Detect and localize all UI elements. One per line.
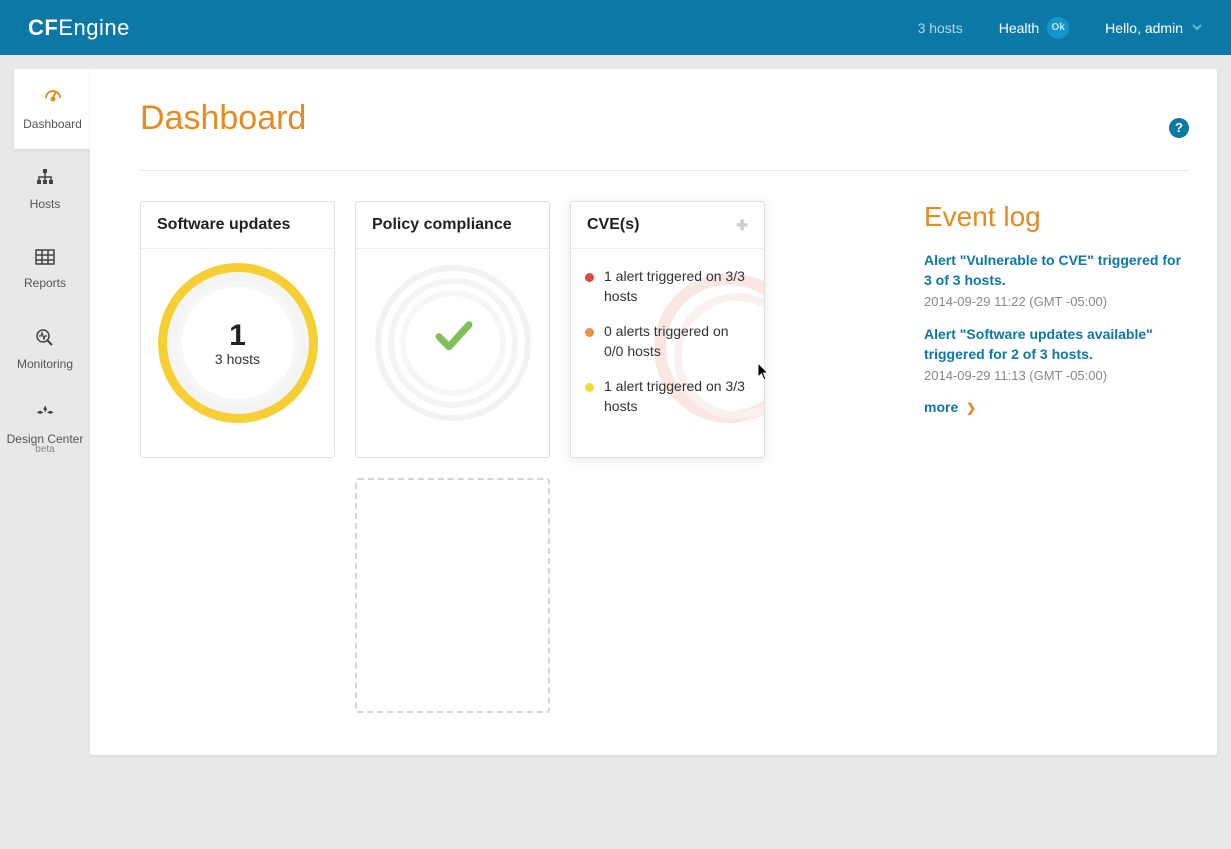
help-icon[interactable]: ? [1169, 118, 1189, 138]
check-icon [431, 313, 475, 368]
sidebar: Dashboard Hosts Reports Monitoring Desig… [0, 55, 90, 755]
design-center-icon [35, 403, 55, 426]
status-dot-yellow-icon [585, 383, 594, 392]
cve-alert-row: 0 alerts triggered on 0/0 hosts [585, 322, 750, 361]
card-cve[interactable]: CVE(s) ✚ 1 alert triggered on 3/3 hosts … [570, 201, 765, 458]
page-title: Dashboard [140, 99, 306, 138]
title-row: Dashboard ? [140, 99, 1189, 171]
event-log-title: Event log [924, 201, 1189, 233]
cve-alert-row: 1 alert triggered on 3/3 hosts [585, 267, 750, 306]
sidebar-item-hosts[interactable]: Hosts [0, 149, 90, 229]
dial-policy-compliance [373, 263, 533, 423]
card-policy-compliance[interactable]: Policy compliance [355, 201, 550, 458]
health-indicator[interactable]: Health Ok [999, 17, 1069, 39]
card-software-updates[interactable]: Software updates 1 3 hosts [140, 201, 335, 458]
user-menu[interactable]: Hello, admin [1105, 20, 1203, 36]
dial-subtext: 3 hosts [215, 351, 260, 367]
top-bar: CFEngine 3 hosts Health Ok Hello, admin [0, 0, 1231, 55]
sidebar-item-sublabel: beta [35, 444, 54, 455]
cve-alert-text: 0 alerts triggered on 0/0 hosts [604, 322, 750, 361]
sidebar-item-label: Reports [24, 276, 66, 290]
hosts-count-link[interactable]: 3 hosts [918, 20, 963, 36]
card-header: Software updates [141, 202, 334, 249]
top-right: 3 hosts Health Ok Hello, admin [918, 17, 1203, 39]
dial-value: 1 [229, 319, 246, 353]
sidebar-item-dashboard[interactable]: Dashboard [14, 69, 91, 149]
reports-icon [35, 249, 55, 270]
user-greeting: Hello, admin [1105, 20, 1183, 36]
sidebar-item-monitoring[interactable]: Monitoring [0, 309, 90, 389]
card-title: Software updates [157, 216, 290, 234]
logo-bold: CF [28, 15, 58, 40]
chevron-down-icon [1191, 20, 1203, 36]
sidebar-item-label: Monitoring [17, 357, 73, 371]
card-title: Policy compliance [372, 216, 512, 234]
dial-software-updates: 1 3 hosts [158, 263, 318, 423]
sidebar-item-label: Hosts [30, 197, 61, 211]
add-widget-placeholder[interactable] [355, 478, 550, 713]
sidebar-item-design-center[interactable]: Design Center beta [0, 389, 90, 469]
logo: CFEngine [28, 15, 130, 41]
sidebar-item-reports[interactable]: Reports [0, 229, 90, 309]
cards-grid: Software updates 1 3 hosts Policy compli… [140, 201, 900, 713]
event-link[interactable]: Alert "Software updates available" trigg… [924, 325, 1189, 364]
card-header: CVE(s) ✚ [571, 202, 764, 249]
card-body [356, 249, 549, 447]
event-link[interactable]: Alert "Vulnerable to CVE" triggered for … [924, 251, 1189, 290]
card-body: 1 3 hosts [141, 249, 334, 447]
sidebar-item-label: Dashboard [23, 117, 82, 131]
status-dot-orange-icon [585, 328, 594, 337]
health-label: Health [999, 20, 1039, 36]
event-timestamp: 2014-09-29 11:13 (GMT -05:00) [924, 368, 1189, 383]
main-panel: Dashboard ? Software updates 1 3 hosts [90, 69, 1217, 755]
chevron-right-icon: ❯ [966, 401, 976, 415]
event-item: Alert "Vulnerable to CVE" triggered for … [924, 251, 1189, 309]
dashboard-icon [43, 88, 63, 111]
cve-alert-text: 1 alert triggered on 3/3 hosts [604, 377, 750, 416]
health-status-badge: Ok [1047, 17, 1069, 39]
status-dot-red-icon [585, 273, 594, 282]
hosts-icon [35, 168, 55, 191]
card-header: Policy compliance [356, 202, 549, 249]
more-link[interactable]: more ❯ [924, 399, 976, 415]
plus-icon[interactable]: ✚ [736, 217, 748, 234]
more-label: more [924, 399, 958, 415]
cve-alert-text: 1 alert triggered on 3/3 hosts [604, 267, 750, 306]
logo-light: Engine [58, 15, 130, 40]
monitoring-icon [35, 328, 55, 351]
cve-alert-row: 1 alert triggered on 3/3 hosts [585, 377, 750, 416]
card-body: 1 alert triggered on 3/3 hosts 0 alerts … [571, 249, 764, 457]
event-item: Alert "Software updates available" trigg… [924, 325, 1189, 383]
event-timestamp: 2014-09-29 11:22 (GMT -05:00) [924, 294, 1189, 309]
card-title: CVE(s) [587, 216, 639, 234]
event-log-panel: Event log Alert "Vulnerable to CVE" trig… [924, 201, 1189, 417]
